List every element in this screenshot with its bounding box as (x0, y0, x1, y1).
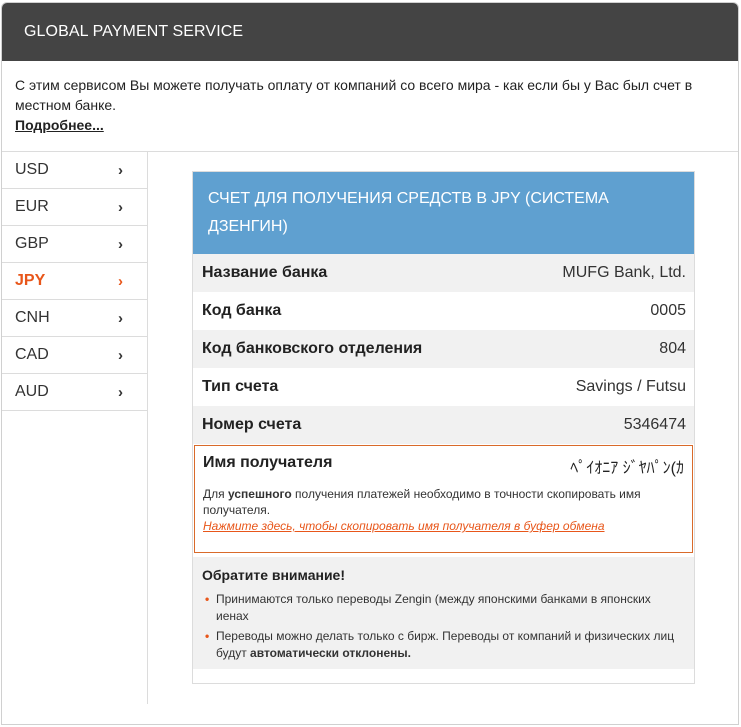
recipient-name-box: Имя получателя ﾍﾟｲｵﾆｱ ｼﾞﾔﾊﾟﾝ(ｶ Для успеш… (194, 445, 693, 553)
recipient-value: ﾍﾟｲｵﾆｱ ｼﾞﾔﾊﾟﾝ(ｶ (570, 460, 684, 477)
sidebar-item-eur[interactable]: EUR › (2, 189, 147, 226)
sidebar-item-label: USD (15, 161, 49, 178)
chevron-right-icon: › (118, 346, 123, 364)
detail-row-account-type: Тип счета Savings / Futsu (193, 368, 694, 406)
recipient-label: Имя получателя (203, 454, 333, 471)
more-link[interactable]: Подробнее... (15, 115, 104, 135)
notice-bold: автоматически отклонены. (250, 646, 411, 660)
sidebar-item-label: GBP (15, 235, 49, 252)
notice-text: Принимаются только переводы Zengin (межд… (216, 592, 651, 623)
detail-value: 804 (659, 340, 686, 357)
sidebar-item-label: AUD (15, 383, 49, 400)
detail-label: Номер счета (202, 416, 302, 433)
account-details-panel: СЧЕТ ДЛЯ ПОЛУЧЕНИЯ СРЕДСТВ В JPY (СИСТЕМ… (192, 171, 695, 684)
detail-row-account-number: Номер счета 5346474 (193, 406, 694, 444)
panel-title: СЧЕТ ДЛЯ ПОЛУЧЕНИЯ СРЕДСТВ В JPY (СИСТЕМ… (193, 172, 694, 254)
account-details-list: Название банка MUFG Bank, Ltd. Код банка… (193, 254, 694, 444)
detail-row-branch-code: Код банковского отделения 804 (193, 330, 694, 368)
notice-section: Обратите внимание! • Принимаются только … (193, 557, 694, 669)
detail-label: Тип счета (202, 378, 279, 395)
detail-row-bank-code: Код банка 0005 (193, 292, 694, 330)
sidebar-item-label: CNH (15, 309, 50, 326)
detail-value: 5346474 (623, 416, 686, 433)
sidebar-item-aud[interactable]: AUD › (2, 374, 147, 411)
intro-text: С этим сервисом Вы можете получать оплат… (15, 77, 693, 113)
notice-item: • Принимаются только переводы Zengin (ме… (202, 591, 686, 625)
chevron-right-icon: › (118, 198, 123, 216)
detail-value: Savings / Futsu (575, 378, 686, 395)
detail-label: Код банковского отделения (202, 340, 423, 357)
chevron-right-icon: › (118, 272, 123, 290)
detail-row-bank-name: Название банка MUFG Bank, Ltd. (193, 254, 694, 292)
chevron-right-icon: › (118, 161, 123, 179)
note-bold: успешного (227, 487, 292, 501)
copy-recipient-link[interactable]: Нажмите здесь, чтобы скопировать имя пол… (203, 518, 684, 534)
sidebar-item-cad[interactable]: CAD › (2, 337, 147, 374)
currency-sidebar: USD › EUR › GBP › JPY › CNH › CAD › AUD … (2, 152, 148, 704)
bullet-icon: • (205, 592, 210, 606)
sidebar-item-label: EUR (15, 198, 49, 215)
sidebar-item-cnh[interactable]: CNH › (2, 300, 147, 337)
notice-list: • Принимаются только переводы Zengin (ме… (202, 591, 686, 662)
payment-service-widget: GLOBAL PAYMENT SERVICE С этим сервисом В… (1, 2, 739, 725)
header-title: GLOBAL PAYMENT SERVICE (24, 23, 244, 40)
content-area: USD › EUR › GBP › JPY › CNH › CAD › AUD … (2, 152, 738, 704)
intro-section: С этим сервисом Вы можете получать оплат… (2, 61, 738, 152)
detail-value: 0005 (650, 302, 686, 319)
sidebar-item-jpy[interactable]: JPY › (2, 263, 147, 300)
sidebar-item-gbp[interactable]: GBP › (2, 226, 147, 263)
sidebar-item-label: JPY (15, 272, 46, 289)
sidebar-item-label: CAD (15, 346, 49, 363)
sidebar-item-usd[interactable]: USD › (2, 152, 147, 189)
detail-label: Название банка (202, 264, 328, 281)
chevron-right-icon: › (118, 309, 123, 327)
bullet-icon: • (205, 629, 210, 643)
note-prefix: Для (203, 487, 228, 501)
notice-title: Обратите внимание! (202, 567, 346, 583)
notice-item: • Переводы можно делать только с бирж. П… (202, 628, 686, 662)
recipient-note: Для успешного получения платежей необход… (203, 486, 684, 518)
chevron-right-icon: › (118, 383, 123, 401)
chevron-right-icon: › (118, 235, 123, 253)
detail-value: MUFG Bank, Ltd. (562, 264, 686, 281)
header: GLOBAL PAYMENT SERVICE (2, 3, 738, 61)
detail-label: Код банка (202, 302, 282, 319)
